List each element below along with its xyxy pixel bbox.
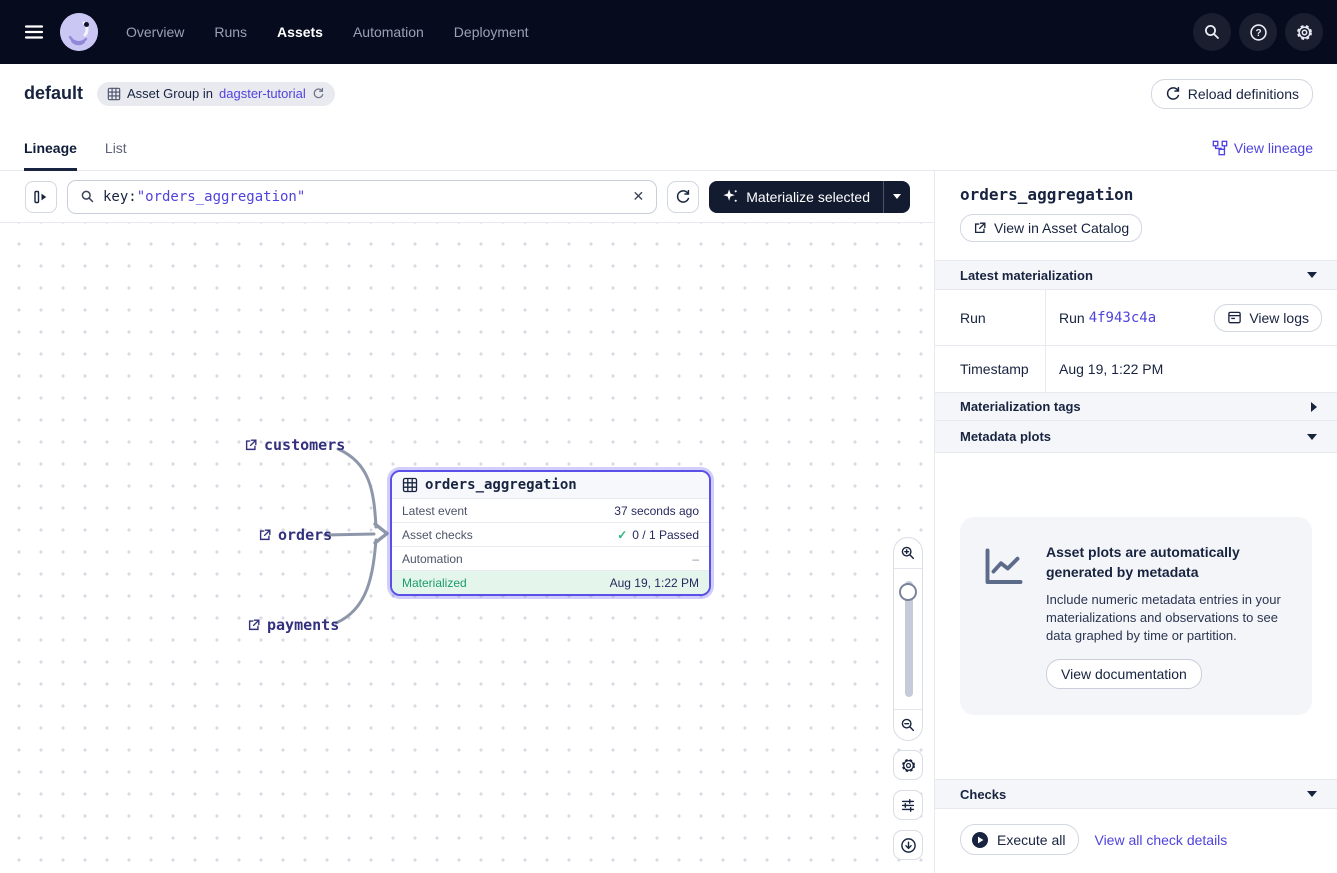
zoom-slider-handle[interactable] [899, 583, 917, 601]
materialize-split-button: Materialize selected [709, 181, 910, 213]
search-icon[interactable] [1193, 13, 1231, 51]
recenter-graph-icon[interactable] [893, 830, 923, 860]
node-row-latest-event: Latest event 37 seconds ago [392, 498, 709, 522]
chevron-down-icon [893, 194, 901, 199]
tab-list[interactable]: List [105, 140, 127, 170]
open-sidebar-icon[interactable] [25, 181, 57, 213]
section-latest-materialization[interactable]: Latest materialization [935, 260, 1337, 290]
external-link-icon [244, 438, 258, 452]
line-chart-icon [980, 543, 1028, 591]
chevron-down-icon [1307, 434, 1317, 440]
asset-node-orders-aggregation[interactable]: orders_aggregation Latest event 37 secon… [390, 470, 711, 596]
materialize-selected-button[interactable]: Materialize selected [709, 181, 883, 213]
execute-all-button[interactable]: Execute all [960, 824, 1079, 855]
badge-text: Asset Group in [127, 86, 213, 101]
run-label: Run [935, 290, 1046, 345]
asset-node-title: orders_aggregation [425, 477, 577, 493]
external-link-icon [247, 618, 261, 632]
chevron-right-icon [1311, 402, 1317, 412]
card-title: Asset plots are automatically generated … [1046, 543, 1292, 582]
asset-node-header: orders_aggregation [392, 472, 709, 498]
view-in-asset-catalog-button[interactable]: View in Asset Catalog [960, 214, 1142, 242]
node-row-materialized: Materialized Aug 19, 1:22 PM [392, 570, 709, 594]
timestamp-label: Timestamp [935, 346, 1046, 392]
timestamp-row: Timestamp Aug 19, 1:22 PM [935, 346, 1337, 393]
asset-node-payments[interactable]: payments [247, 616, 339, 634]
nav-item-overview[interactable]: Overview [126, 24, 184, 40]
primary-nav: Overview Runs Assets Automation Deployme… [126, 24, 529, 40]
dagster-logo[interactable] [60, 13, 98, 51]
check-icon: ✓ [617, 528, 627, 542]
materialize-dropdown-button[interactable] [883, 181, 910, 213]
asset-detail-panel: orders_aggregation View in Asset Catalog… [935, 171, 1337, 873]
timestamp-value: Aug 19, 1:22 PM [1046, 346, 1337, 392]
table-icon [107, 87, 121, 101]
settings-gear-icon[interactable] [1285, 13, 1323, 51]
run-id-link[interactable]: 4f943c4a [1089, 310, 1156, 326]
selected-asset-title: orders_aggregation [960, 185, 1312, 204]
card-body: Include numeric metadata entries in your… [1046, 591, 1292, 645]
search-query: key:"orders_aggregation" [103, 189, 305, 205]
code-location-link[interactable]: dagster-tutorial [219, 86, 306, 101]
node-row-asset-checks: Asset checks ✓0 / 1 Passed [392, 522, 709, 546]
nav-item-runs[interactable]: Runs [214, 24, 247, 40]
refresh-icon[interactable] [312, 87, 325, 100]
nav-item-deployment[interactable]: Deployment [454, 24, 529, 40]
view-documentation-button[interactable]: View documentation [1046, 659, 1202, 689]
reload-icon [1165, 86, 1181, 102]
zoom-out-icon[interactable] [894, 709, 922, 740]
logo-eye [84, 22, 89, 27]
sparkle-icon [722, 188, 739, 205]
reload-definitions-button[interactable]: Reload definitions [1151, 79, 1313, 109]
top-navbar: Overview Runs Assets Automation Deployme… [0, 0, 1337, 64]
asset-node-customers[interactable]: customers [244, 436, 345, 454]
metadata-plots-empty-card: Asset plots are automatically generated … [960, 517, 1312, 715]
page-title: default [24, 83, 83, 104]
zoom-in-icon[interactable] [894, 538, 922, 569]
run-row: Run Run 4f943c4a View logs [935, 290, 1337, 346]
graph-filters-icon[interactable] [893, 790, 923, 820]
chevron-down-icon [1307, 791, 1317, 797]
view-all-check-details-link[interactable]: View all check details [1094, 832, 1227, 848]
search-icon [80, 189, 95, 204]
logs-icon [1227, 310, 1242, 325]
chevron-down-icon [1307, 272, 1317, 278]
navbar-actions: ? [1193, 13, 1323, 51]
graph-settings-gear-icon[interactable] [893, 750, 923, 780]
asset-group-badge: Asset Group in dagster-tutorial [97, 82, 335, 106]
nav-item-automation[interactable]: Automation [353, 24, 424, 40]
node-row-automation: Automation – [392, 546, 709, 570]
section-metadata-plots[interactable]: Metadata plots [935, 421, 1337, 453]
nav-item-assets[interactable]: Assets [277, 24, 323, 40]
refresh-graph-icon[interactable] [667, 181, 699, 213]
external-link-icon [973, 221, 987, 235]
asset-node-orders[interactable]: orders [258, 526, 332, 544]
checks-actions: Execute all View all check details [935, 809, 1337, 870]
zoom-controls [893, 537, 923, 741]
page-header: default Asset Group in dagster-tutorial … [0, 64, 1337, 171]
lineage-pane: key:"orders_aggregation" ✕ Materialize s… [0, 171, 935, 873]
tab-bar: Lineage List View lineage [0, 118, 1337, 171]
view-logs-button[interactable]: View logs [1214, 304, 1322, 332]
help-icon[interactable]: ? [1239, 13, 1277, 51]
svg-text:?: ? [1255, 28, 1261, 39]
clear-search-icon[interactable]: ✕ [633, 188, 645, 205]
zoom-slider[interactable] [894, 569, 922, 709]
section-materialization-tags[interactable]: Materialization tags [935, 393, 1337, 421]
asset-search-input[interactable]: key:"orders_aggregation" ✕ [67, 180, 657, 214]
play-icon [971, 831, 989, 849]
hamburger-menu-icon[interactable] [14, 12, 54, 52]
section-checks[interactable]: Checks [935, 779, 1337, 809]
external-link-icon [258, 528, 272, 542]
tab-lineage[interactable]: Lineage [24, 140, 77, 170]
table-icon [402, 477, 418, 493]
lineage-icon [1212, 140, 1228, 156]
lineage-toolbar: key:"orders_aggregation" ✕ Materialize s… [0, 171, 934, 223]
view-lineage-link[interactable]: View lineage [1212, 140, 1313, 170]
lineage-canvas[interactable]: customers orders payments orders_aggrega… [0, 223, 934, 873]
